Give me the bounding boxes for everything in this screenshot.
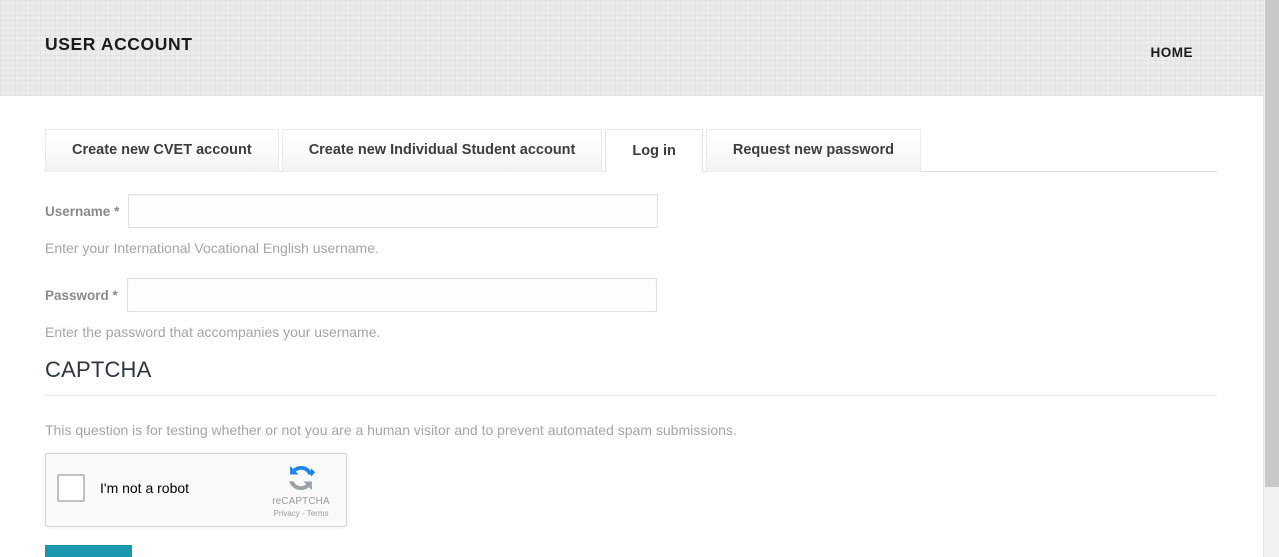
recaptcha-circular-arrow-icon bbox=[289, 466, 316, 491]
tab-item-create-cvet: Create new CVET account bbox=[45, 129, 279, 172]
recaptcha-branding: reCAPTCHA Privacy - Terms bbox=[265, 461, 337, 519]
tab-item-request-new-password: Request new password bbox=[705, 129, 922, 172]
site-header: USER ACCOUNT HOME bbox=[0, 0, 1263, 96]
username-label-text: Username bbox=[45, 203, 111, 219]
main-navigation: HOME bbox=[1151, 44, 1194, 62]
form-item-password: Password * Enter the password that accom… bbox=[45, 278, 1218, 341]
username-label: Username * bbox=[45, 204, 119, 219]
form-item-username: Username * Enter your International Voca… bbox=[45, 194, 1218, 257]
captcha-divider bbox=[45, 395, 1217, 397]
login-form: Username * Enter your International Voca… bbox=[45, 194, 1218, 557]
recaptcha-checkbox[interactable] bbox=[57, 474, 85, 503]
page-title: USER ACCOUNT bbox=[45, 34, 193, 54]
account-tabs: Create new CVET account Create new Indiv… bbox=[45, 128, 1217, 173]
tab-item-log-in: Log in bbox=[605, 129, 703, 173]
required-marker: * bbox=[112, 287, 118, 303]
tab-create-new-cvet-account[interactable]: Create new CVET account bbox=[45, 129, 279, 172]
recaptcha-privacy-terms-links[interactable]: Privacy - Terms bbox=[265, 509, 337, 519]
log-in-button[interactable]: LOG IN bbox=[45, 545, 132, 557]
recaptcha-checkbox-label: I'm not a robot bbox=[100, 480, 190, 497]
tab-item-create-individual-student: Create new Individual Student account bbox=[281, 129, 603, 172]
required-marker: * bbox=[114, 203, 120, 219]
username-row: Username * bbox=[45, 194, 1218, 228]
tab-log-in[interactable]: Log in bbox=[605, 129, 703, 173]
vertical-scrollbar[interactable] bbox=[1263, 0, 1279, 557]
captcha-section: CAPTCHA This question is for testing whe… bbox=[45, 357, 1218, 528]
captcha-heading: CAPTCHA bbox=[45, 357, 152, 383]
captcha-description: This question is for testing whether or … bbox=[45, 422, 737, 439]
site-header-inner: USER ACCOUNT HOME bbox=[0, 0, 1263, 96]
tab-create-new-individual-student-account[interactable]: Create new Individual Student account bbox=[281, 129, 603, 172]
recaptcha-brand-name: reCAPTCHA bbox=[272, 496, 330, 508]
username-input[interactable] bbox=[128, 194, 659, 228]
tab-list: Create new CVET account Create new Indiv… bbox=[45, 128, 1217, 173]
nav-home-link[interactable]: HOME bbox=[1151, 45, 1194, 60]
page-container: USER ACCOUNT HOME Create new CVET accoun… bbox=[0, 0, 1263, 557]
username-description: Enter your International Vocational Engl… bbox=[45, 240, 379, 256]
password-input[interactable] bbox=[126, 278, 657, 313]
password-label: Password * bbox=[45, 288, 118, 303]
password-row: Password * bbox=[45, 278, 1218, 313]
main-content: Create new CVET account Create new Indiv… bbox=[0, 128, 1263, 557]
password-label-text: Password bbox=[45, 287, 109, 303]
vertical-scrollbar-thumb[interactable] bbox=[1265, 0, 1279, 487]
recaptcha-widget[interactable]: I'm not a robot reCAPTCHA Privacy - Term… bbox=[45, 453, 347, 528]
password-description: Enter the password that accompanies your… bbox=[45, 324, 381, 341]
tab-request-new-password[interactable]: Request new password bbox=[705, 129, 922, 172]
form-actions: LOG IN bbox=[45, 545, 1218, 557]
